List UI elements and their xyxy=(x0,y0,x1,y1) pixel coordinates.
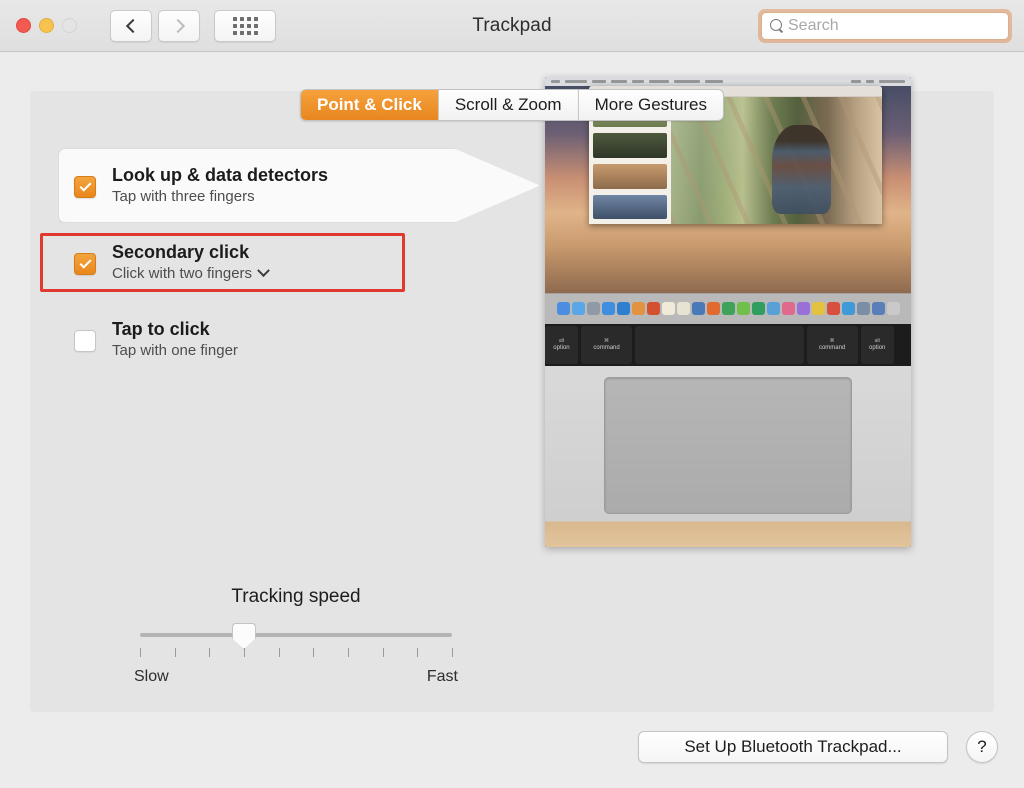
slider-max-label: Fast xyxy=(427,668,458,686)
slider-tick xyxy=(244,648,245,657)
slider-thumb[interactable] xyxy=(232,623,256,649)
option-row-secondary-click[interactable]: Secondary click Click with two fingers xyxy=(46,223,546,300)
preview-dock-icon xyxy=(677,302,690,315)
set-up-bluetooth-trackpad-button[interactable]: Set Up Bluetooth Trackpad... xyxy=(638,731,948,763)
search-icon xyxy=(770,19,784,33)
preview-dock-icon xyxy=(782,302,795,315)
slider-tick xyxy=(209,648,210,657)
preview-key-option: altoption xyxy=(545,326,578,364)
option-subtitle-text: Tap with three fingers xyxy=(112,188,255,205)
chevron-down-icon[interactable] xyxy=(257,264,270,277)
checkbox-tap-to-click[interactable] xyxy=(74,330,96,352)
window-title-text: Trackpad xyxy=(472,15,551,37)
preview-dock-icon xyxy=(587,302,600,315)
slider-tick xyxy=(417,648,418,657)
preview-key-command: ⌘command xyxy=(807,326,858,364)
option-subtitle-text: Tap with one finger xyxy=(112,342,238,359)
preview-key-command: ⌘command xyxy=(581,326,632,364)
preview-dock-icon xyxy=(887,302,900,315)
slider-tick xyxy=(452,648,453,657)
preview-dock-icon xyxy=(707,302,720,315)
option-subtitle[interactable]: Click with two fingers xyxy=(112,265,268,282)
preview-key-option: altoption xyxy=(861,326,894,364)
option-subtitle: Tap with one finger xyxy=(112,342,238,359)
preview-dock-icon xyxy=(617,302,630,315)
preview-dock-icon xyxy=(857,302,870,315)
trackpad-preferences-window: Trackpad Search Look up & data detectors xyxy=(0,0,1024,788)
option-subtitle-text: Click with two fingers xyxy=(112,265,252,282)
option-title: Tap to click xyxy=(112,319,238,340)
slider-tick xyxy=(383,648,384,657)
checkmark-icon xyxy=(79,256,91,268)
slider-track xyxy=(140,633,452,637)
slider-tick xyxy=(279,648,280,657)
preview-dock-icon xyxy=(602,302,615,315)
preview-dock-icon xyxy=(812,302,825,315)
slider-min-label: Slow xyxy=(134,668,169,686)
gesture-options-list: Look up & data detectors Tap with three … xyxy=(46,146,546,377)
tab-scroll-and-zoom[interactable]: Scroll & Zoom xyxy=(439,90,579,120)
preview-dock-icon xyxy=(752,302,765,315)
slider-end-labels: Slow Fast xyxy=(134,668,458,686)
slider-tick xyxy=(348,648,349,657)
preview-dock xyxy=(545,293,911,324)
preview-keyboard-row: altoption⌘command⌘commandaltoption xyxy=(545,324,911,366)
slider-tick xyxy=(140,648,141,657)
preview-dock-icon xyxy=(572,302,585,315)
preview-dock-icon xyxy=(722,302,735,315)
help-button[interactable]: ? xyxy=(966,731,998,763)
option-row-look-up[interactable]: Look up & data detectors Tap with three … xyxy=(46,146,546,223)
preview-key-space xyxy=(635,326,803,364)
slider-ticks xyxy=(140,648,452,658)
option-row-tap-to-click[interactable]: Tap to click Tap with one finger xyxy=(46,300,546,377)
preview-dock-icon xyxy=(872,302,885,315)
preview-dock-icon xyxy=(767,302,780,315)
preview-dock-icon xyxy=(692,302,705,315)
option-title: Look up & data detectors xyxy=(112,165,328,186)
checkbox-secondary-click[interactable] xyxy=(74,253,96,275)
search-placeholder: Search xyxy=(788,17,839,35)
preview-trackpad-surface xyxy=(604,377,853,515)
tab-more-gestures[interactable]: More Gestures xyxy=(579,90,723,120)
tracking-speed-control: Tracking speed Slow Fast xyxy=(46,586,546,686)
preference-tabs: Point & Click Scroll & Zoom More Gesture… xyxy=(300,89,724,121)
preview-dock-icon xyxy=(557,302,570,315)
preview-dock-icon xyxy=(647,302,660,315)
trackpad-gesture-video[interactable]: altoption⌘command⌘commandaltoption xyxy=(545,77,911,547)
preview-macbook-base xyxy=(545,366,911,547)
preview-dock-icon xyxy=(662,302,675,315)
checkmark-icon xyxy=(79,179,91,191)
slider-tick xyxy=(175,648,176,657)
preview-person xyxy=(772,125,831,214)
tab-point-and-click[interactable]: Point & Click xyxy=(301,90,439,120)
window-titlebar: Trackpad Search xyxy=(0,0,1024,52)
search-focus-ring: Search xyxy=(758,9,1012,43)
preview-dock-icon xyxy=(827,302,840,315)
option-subtitle: Tap with three fingers xyxy=(112,188,328,205)
search-input[interactable]: Search xyxy=(761,12,1009,40)
tracking-speed-slider[interactable] xyxy=(140,626,452,644)
preview-dock-icon xyxy=(842,302,855,315)
option-title: Secondary click xyxy=(112,242,268,263)
preview-menu-bar xyxy=(545,77,911,86)
preview-dock-icon xyxy=(737,302,750,315)
tracking-speed-label: Tracking speed xyxy=(46,586,546,608)
slider-tick xyxy=(313,648,314,657)
checkbox-look-up[interactable] xyxy=(74,176,96,198)
preview-dock-icon xyxy=(797,302,810,315)
preview-dock-icon xyxy=(632,302,645,315)
